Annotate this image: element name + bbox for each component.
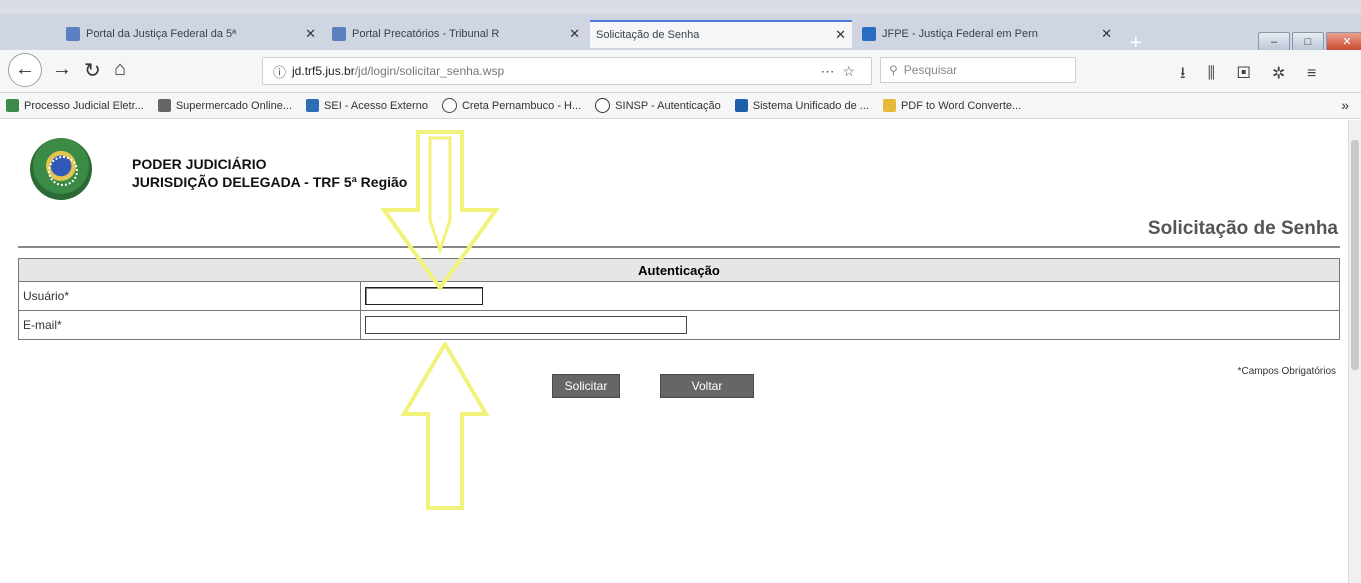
tab-portal-justica[interactable]: Portal da Justiça Federal da 5ª ✕ [60,20,322,48]
page-scrollbar[interactable] [1348,120,1361,583]
scrollbar-thumb[interactable] [1351,140,1359,370]
bookmark-item[interactable]: SINSP - Autenticação [595,98,721,113]
close-tab-icon[interactable]: ✕ [835,27,846,43]
form-row-usuario: Usuário* [18,281,1340,311]
email-label: E-mail* [18,310,361,340]
usuario-label: Usuário* [18,281,361,311]
authentication-form: Autenticação Usuário* E-mail* [18,258,1340,340]
forward-arrow-icon[interactable]: → [52,58,72,81]
form-row-email: E-mail* [18,310,1340,340]
bookmark-favicon-icon [6,99,19,112]
window-controls: – □ ✕ [1258,32,1361,52]
sidebar-icon[interactable]: ▣ [1237,65,1272,82]
search-input[interactable]: ⚲ Pesquisar [880,57,1076,83]
close-tab-icon[interactable]: ✕ [1101,26,1112,42]
page-actions-icon[interactable]: ⋯☆ [820,63,863,80]
divider [18,246,1340,248]
reload-icon[interactable]: ↻ [84,58,101,83]
bookmark-favicon-icon [306,99,320,112]
site-favicon-icon [332,27,346,41]
menu-icon[interactable]: ≡ [1307,65,1338,82]
close-window-icon[interactable]: ✕ [1326,32,1361,52]
minimize-icon[interactable]: – [1258,32,1290,52]
close-tab-icon[interactable]: ✕ [305,26,316,42]
bookmark-item[interactable]: Creta Pernambuco - H... [441,98,581,113]
email-cell [360,310,1340,340]
up-arrow-annotation-icon [400,342,490,510]
bookmark-favicon-icon [157,99,171,112]
required-fields-note: *Campos Obrigatórios [1237,366,1336,377]
voltar-button[interactable]: Voltar [660,374,754,398]
down-arrow-annotation-icon [380,130,500,290]
browser-tools: ⭳⫼▣✲≡ [1180,62,1338,89]
bookmark-favicon-icon [734,99,748,112]
section-header: Autenticação [18,258,1340,282]
solicitar-button[interactable]: Solicitar [552,374,620,398]
more-bookmarks-icon[interactable]: » [1341,97,1349,113]
maximize-icon[interactable]: □ [1292,32,1324,52]
os-top-strip [0,0,1361,14]
bookmarks-toolbar: Processo Judicial Eletr... Supermercado … [0,93,1361,119]
tab-solicitacao-senha[interactable]: Solicitação de Senha ✕ [590,20,852,48]
home-icon[interactable]: ⌂ [114,58,126,81]
bookmark-item[interactable]: Processo Judicial Eletr... [6,99,144,112]
tab-jfpe[interactable]: JFPE - Justiça Federal em Pern ✕ [856,20,1118,48]
bookmark-item[interactable]: Supermercado Online... [157,99,292,112]
extension-icon[interactable]: ✲ [1272,65,1307,82]
close-tab-icon[interactable]: ✕ [569,26,580,42]
usuario-cell [360,281,1340,311]
library-icon[interactable]: ⫼ [1208,65,1237,82]
url-text: jd.trf5.jus.br/jd/login/solicitar_senha.… [292,64,505,78]
bookmark-item[interactable]: SEI - Acesso Externo [306,99,428,112]
site-favicon-icon [66,27,80,41]
address-bar[interactable]: ⓘ jd.trf5.jus.br/jd/login/solicitar_senh… [262,57,872,85]
search-icon: ⚲ [889,63,898,77]
page-title: Solicitação de Senha [1147,218,1338,239]
organization-name: PODER JUDICIÁRIO [132,156,267,172]
coat-of-arms-logo [30,138,92,200]
bookmark-item[interactable]: Sistema Unificado de ... [734,99,869,112]
globe-icon [441,98,457,113]
bookmark-favicon-icon [595,98,611,113]
email-input[interactable] [365,316,687,334]
navigation-toolbar: ← → ↻ ⌂ ⓘ jd.trf5.jus.br/jd/login/solici… [0,50,1361,93]
site-info-icon[interactable]: ⓘ [273,62,286,81]
organization-subtitle: JURISDIÇÃO DELEGADA - TRF 5ª Região [132,174,408,190]
site-favicon-icon [862,27,876,41]
page-content: PODER JUDICIÁRIO JURISDIÇÃO DELEGADA - T… [0,120,1348,583]
bookmark-favicon-icon [882,99,896,112]
tab-portal-precatorios[interactable]: Portal Precatórios - Tribunal R ✕ [326,20,586,48]
download-icon[interactable]: ⭳ [1180,65,1208,82]
browser-tab-bar: Portal da Justiça Federal da 5ª ✕ Portal… [0,14,1361,54]
bookmark-item[interactable]: PDF to Word Converte... [882,99,1021,112]
back-arrow-icon[interactable]: ← [8,53,42,87]
